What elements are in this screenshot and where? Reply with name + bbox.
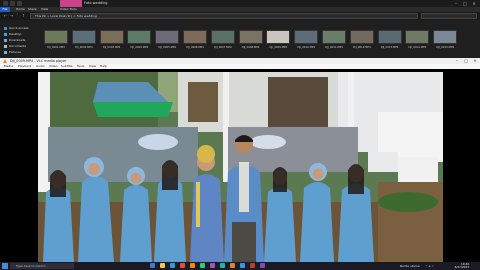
file-thumbnail[interactable] [155, 30, 180, 44]
file-explorer-window: Foto wedding – □ × File Home Share View … [0, 0, 480, 58]
nav-item-downloads[interactable]: Downloads [4, 38, 25, 43]
task-view-icon[interactable] [150, 263, 155, 268]
nav-item-quick-access[interactable]: Quick access [4, 26, 29, 31]
minimize-icon[interactable]: – [452, 0, 460, 7]
menu-help[interactable]: Help [100, 64, 107, 69]
vlc-cone-icon [3, 59, 7, 63]
file-thumbnail[interactable] [294, 30, 319, 44]
file-thumbnail[interactable] [183, 30, 207, 44]
back-icon[interactable]: ← [3, 13, 8, 19]
vlc-taskbar-icon[interactable] [190, 263, 195, 268]
wedding-photo [38, 72, 443, 262]
video-frame[interactable] [38, 72, 443, 262]
file-thumbnail[interactable] [210, 30, 235, 44]
file-name-label: DJI_0012.MP4 [352, 46, 371, 49]
file-name-label: DJI_0006.MP4 [186, 46, 204, 49]
picture-icon [4, 50, 7, 54]
file-thumbnail[interactable] [266, 30, 291, 44]
clock-date: 4/27/2023 [454, 265, 469, 269]
file-name-label: DJI_0007.MP4 [213, 46, 232, 49]
app-icon[interactable] [200, 263, 205, 268]
menu-audio[interactable]: Audio [36, 64, 45, 69]
windows-start-icon[interactable] [2, 263, 8, 269]
file-thumbnail[interactable] [377, 30, 402, 44]
file-name-label: DJI_0009.MP4 [269, 46, 288, 49]
file-thumbnail[interactable] [44, 30, 68, 44]
close-icon[interactable]: × [470, 0, 478, 7]
file-thumbnail[interactable] [71, 30, 96, 44]
file-name-label: DJI_0001.MP4 [47, 46, 65, 49]
file-thumbnail[interactable] [127, 30, 152, 44]
app-icon[interactable] [240, 263, 245, 268]
download-icon [4, 38, 7, 42]
desktop: Foto wedding – □ × File Home Share View … [0, 0, 480, 270]
app-icon[interactable] [220, 263, 225, 268]
edge-icon[interactable] [170, 263, 175, 268]
file-thumbnail[interactable] [405, 30, 430, 44]
manage-tab[interactable] [60, 0, 82, 7]
file-name-label: DJI_0004.MP4 [130, 46, 149, 49]
file-thumbnail[interactable] [322, 30, 346, 44]
app-icon[interactable] [260, 263, 265, 268]
menu-tools[interactable]: Tools [77, 64, 84, 69]
app-icon[interactable] [210, 263, 215, 268]
news-widget[interactable]: Berita utama [400, 262, 420, 270]
nav-item-desktop[interactable]: Desktop [4, 32, 21, 37]
menu-playback[interactable]: Playback [18, 64, 31, 69]
navigation-pane: Quick access Desktop Downloads Documents… [0, 20, 40, 58]
file-name-label: DJI_0014.MP4 [408, 46, 427, 49]
file-name-label: DJI_0013.MP4 [380, 46, 399, 49]
taskbar: Type here to search Berita utama ^ ◈ ♪ 1… [0, 262, 480, 270]
tray-icons[interactable]: ^ ◈ ♪ [425, 262, 434, 270]
file-thumbnail[interactable] [433, 30, 458, 44]
menu-view[interactable]: View [89, 64, 96, 69]
taskbar-search-input[interactable]: Type here to search [10, 263, 74, 269]
chevron-down-icon[interactable]: ˅ [15, 13, 20, 19]
file-name-label: DJI_0010.MP4 [297, 46, 316, 49]
file-name-label: DJI_0003.MP4 [102, 46, 121, 49]
explorer-title: Foto wedding [84, 1, 108, 5]
maximize-icon[interactable]: □ [461, 0, 469, 7]
address-bar[interactable]: This PC > Local Disk (D:) > Foto wedding [30, 13, 418, 19]
media-player-window: DJI_0009.MP4 - VLC media player – □ × Me… [0, 58, 480, 262]
file-name-label: DJI_0005.MP4 [158, 46, 177, 49]
app-icon[interactable] [250, 263, 255, 268]
file-thumbnail[interactable] [349, 30, 374, 44]
nav-item-pictures[interactable]: Pictures [4, 50, 21, 55]
folder-icon[interactable] [3, 1, 8, 6]
desktop-icon [4, 32, 7, 36]
nav-item-documents[interactable]: Documents [4, 44, 26, 49]
file-name-label: DJI_0008.MP4 [241, 46, 260, 49]
file-name-label: DJI_0015.MP4 [436, 46, 455, 49]
file-thumbnail[interactable] [99, 30, 124, 44]
file-explorer-icon[interactable] [160, 263, 165, 268]
app-icon[interactable] [230, 263, 235, 268]
search-input[interactable] [421, 13, 477, 19]
file-name-label: DJI_0011.MP4 [325, 46, 343, 49]
menu-video[interactable]: Video [49, 64, 57, 69]
menu-media[interactable]: Media [4, 64, 13, 69]
file-thumbnail[interactable] [238, 30, 263, 44]
file-name-label: DJI_0002.MP4 [74, 46, 93, 49]
up-icon[interactable]: ↑ [21, 13, 26, 19]
properties-icon[interactable] [10, 1, 15, 6]
clock[interactable]: 10:49 4/27/2023 [447, 262, 469, 270]
star-icon [4, 26, 7, 30]
new-folder-icon[interactable] [17, 1, 22, 6]
forward-icon[interactable]: → [9, 13, 14, 19]
chrome-icon[interactable] [180, 263, 185, 268]
document-icon [4, 44, 7, 48]
menu-subtitle[interactable]: Subtitle [61, 64, 73, 69]
file-grid: DJI_0001.MP4 DJI_0002.MP4 DJI_0003.MP4 DJI_… [41, 22, 480, 58]
